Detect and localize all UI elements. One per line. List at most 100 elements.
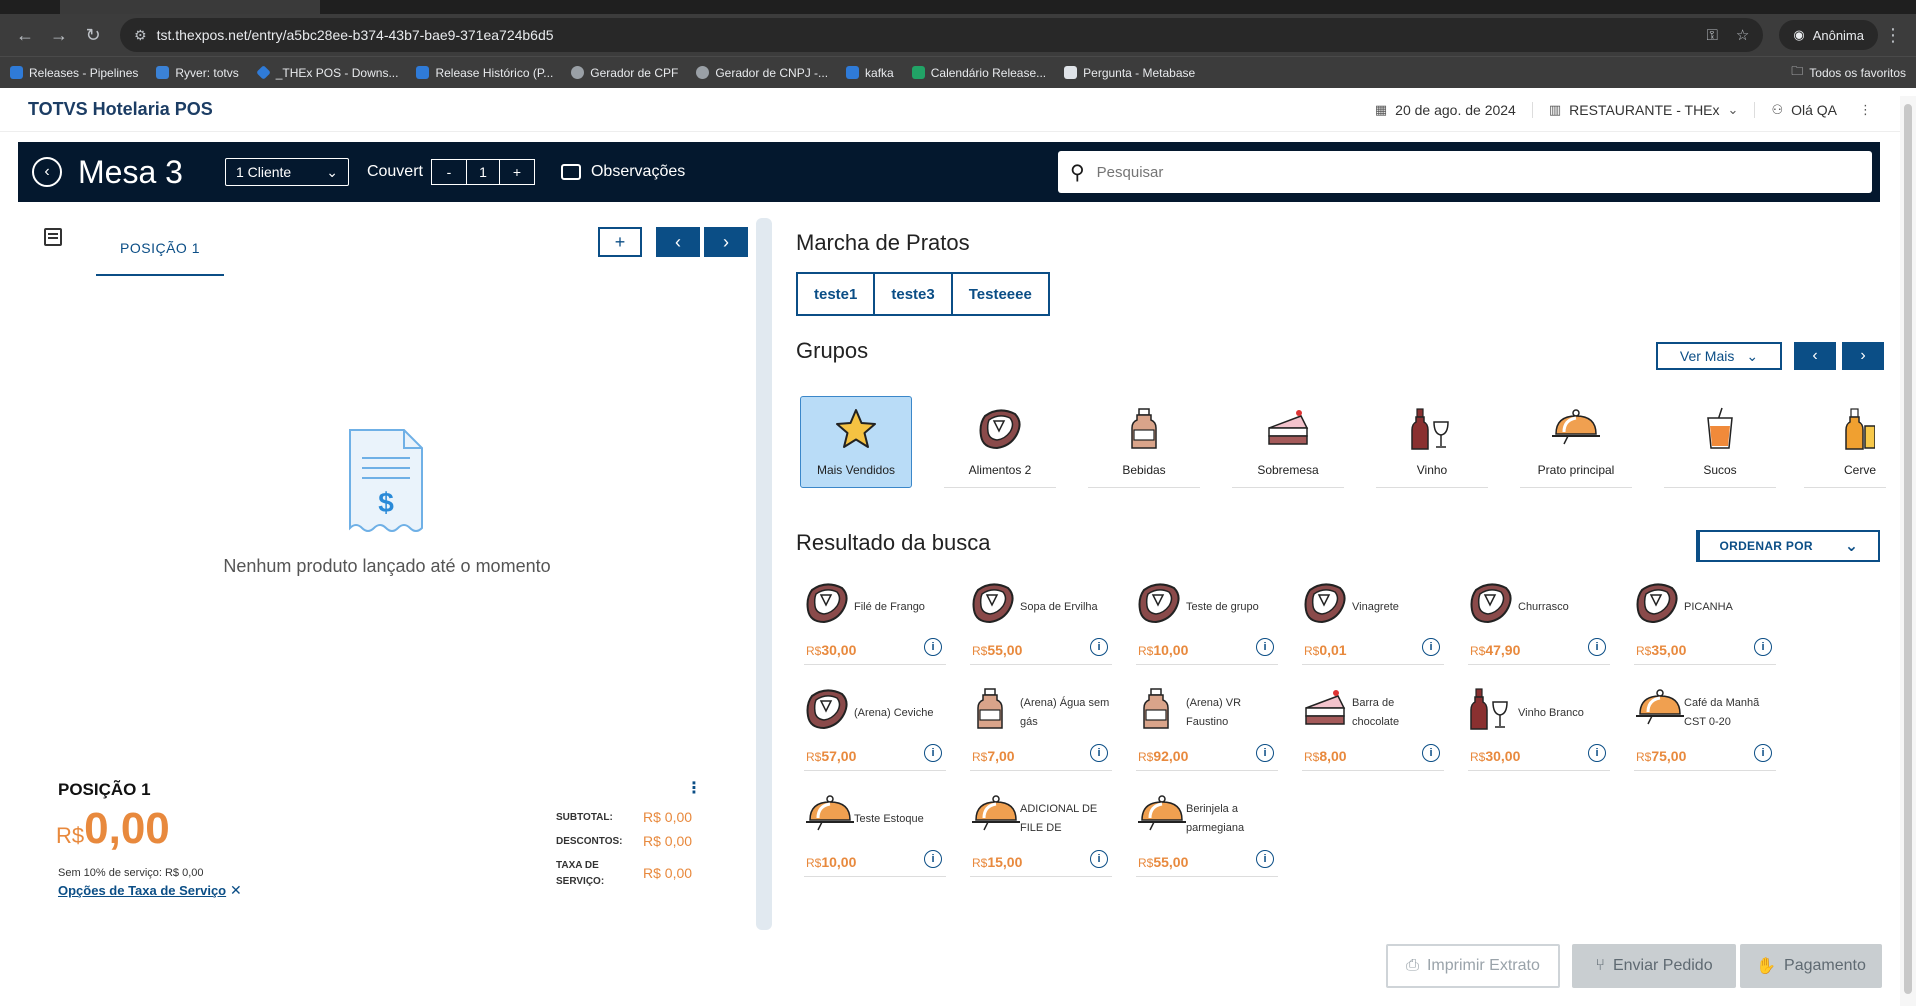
site-settings-icon[interactable]: ⚙ <box>134 27 147 44</box>
bookmark-item[interactable]: _THEx POS - Downs... <box>255 65 398 80</box>
info-icon[interactable]: i <box>1422 638 1440 656</box>
info-icon[interactable]: i <box>1090 638 1108 656</box>
more-vertical-icon[interactable]: ⋮ <box>686 778 702 798</box>
address-bar[interactable]: ⚙ tst.thexpos.net/entry/a5bc28ee-b374-43… <box>120 18 1764 52</box>
next-position-button[interactable]: › <box>704 227 748 257</box>
resultado-title: Resultado da busca <box>796 530 991 555</box>
info-icon[interactable]: i <box>1090 744 1108 762</box>
product-card[interactable]: Churrasco R$47,90 i <box>1460 580 1610 670</box>
back-arrow-icon[interactable]: ← <box>8 18 42 52</box>
bookmark-item[interactable]: Gerador de CPF <box>571 66 678 80</box>
bookmark-item[interactable]: Pergunta - Metabase <box>1064 66 1195 80</box>
tab-position-1[interactable]: POSIÇÃO 1 <box>96 228 224 276</box>
group-prato-principal[interactable]: Prato principal <box>1520 396 1632 488</box>
product-card[interactable]: Filé de Frango R$30,00 i <box>796 580 946 670</box>
steak-icon <box>970 580 1016 631</box>
info-icon[interactable]: i <box>1754 744 1772 762</box>
product-name: (Arena) VR Faustino <box>1186 697 1242 728</box>
product-card[interactable]: Teste de grupo R$10,00 i <box>1128 580 1278 670</box>
incognito-profile[interactable]: ◉ Anônima <box>1779 20 1878 50</box>
couvert-minus-button[interactable]: - <box>432 160 466 184</box>
panel-splitter[interactable] <box>756 218 772 930</box>
info-icon[interactable]: i <box>1422 744 1440 762</box>
forward-arrow-icon[interactable]: → <box>42 18 76 52</box>
bookmark-item[interactable]: Gerador de CNPJ -... <box>696 66 828 80</box>
browser-menu-icon[interactable]: ⋮ <box>1878 25 1908 46</box>
info-icon[interactable]: i <box>1256 744 1274 762</box>
info-icon[interactable]: i <box>924 638 942 656</box>
couvert-value[interactable]: 1 <box>465 160 500 184</box>
bookmark-item[interactable]: kafka <box>846 66 894 80</box>
info-icon[interactable]: i <box>924 850 942 868</box>
price-currency: R$ <box>1138 750 1154 764</box>
group-mais-vendidos[interactable]: Mais Vendidos <box>800 396 912 488</box>
store-selector[interactable]: ▥ RESTAURANTE - THEx ⌄ <box>1533 101 1756 118</box>
product-card[interactable]: ADICIONAL DE FILE DE R$15,00 i <box>962 792 1112 882</box>
groups-prev-button[interactable]: ‹ <box>1794 342 1836 370</box>
group-alimentos-2[interactable]: Alimentos 2 <box>944 396 1056 488</box>
client-select[interactable]: 1 Cliente ⌄ <box>224 158 349 186</box>
steak-icon <box>804 580 850 631</box>
descontos-value: R$ 0,00 <box>643 833 693 849</box>
bookmark-item[interactable]: Release Histórico (P... <box>416 66 553 80</box>
price-currency: R$ <box>1470 644 1486 658</box>
tab-marcha-testeeee[interactable]: Testeeee <box>953 274 1048 314</box>
product-card[interactable]: Vinho Branco R$30,00 i <box>1460 686 1610 776</box>
imprimir-extrato-button[interactable]: ⎙ Imprimir Extrato <box>1386 944 1560 988</box>
scrollbar-thumb[interactable] <box>1904 104 1912 994</box>
info-icon[interactable]: i <box>1754 638 1772 656</box>
calendar-icon: ▦ <box>1374 101 1388 117</box>
info-icon[interactable]: i <box>1588 638 1606 656</box>
group-sucos[interactable]: Sucos <box>1664 396 1776 488</box>
product-card[interactable]: Barra de chocolate R$8,00 i <box>1294 686 1444 776</box>
product-card[interactable]: Café da Manhã CST 0-20 R$75,00 i <box>1626 686 1776 776</box>
info-icon[interactable]: i <box>1256 638 1274 656</box>
star-bookmark-icon[interactable]: ☆ <box>1736 26 1749 44</box>
product-price: R$57,00 <box>806 748 856 764</box>
group-vinho[interactable]: Vinho <box>1376 396 1488 488</box>
ordenar-por-select[interactable]: ORDENAR POR ⌄ <box>1696 530 1880 562</box>
url-text[interactable]: tst.thexpos.net/entry/a5bc28ee-b374-43b7… <box>157 27 1689 43</box>
product-card[interactable]: (Arena) Ceviche R$57,00 i <box>796 686 946 776</box>
bookmark-item[interactable]: Calendário Release... <box>911 66 1046 80</box>
product-card[interactable]: PICANHA R$35,00 i <box>1626 580 1776 670</box>
tab-marcha-teste3[interactable]: teste3 <box>875 274 953 314</box>
product-card[interactable]: Berinjela a parmegiana R$55,00 i <box>1128 792 1278 882</box>
product-card[interactable]: Sopa de Ervilha R$55,00 i <box>962 580 1112 670</box>
observacoes-button[interactable]: Observações <box>560 163 685 181</box>
reload-icon[interactable]: ↻ <box>76 18 110 52</box>
taxa-servico-link[interactable]: Opções de Taxa de Serviço <box>58 883 226 898</box>
prev-position-button[interactable]: ‹ <box>656 227 700 257</box>
back-circle-icon[interactable]: ‹ <box>32 157 62 187</box>
price-amount: 10,00 <box>821 854 857 870</box>
bookmark-item[interactable]: Releases - Pipelines <box>10 66 138 80</box>
search-input[interactable] <box>1096 163 1860 181</box>
product-card[interactable]: (Arena) Água sem gás R$7,00 i <box>962 686 1112 776</box>
groups-next-button[interactable]: › <box>1842 342 1884 370</box>
info-icon[interactable]: i <box>924 744 942 762</box>
user-menu[interactable]: ⚇ Olá QA ⋮ <box>1755 102 1888 118</box>
product-card[interactable]: Vinagrete R$0,01 i <box>1294 580 1444 670</box>
all-bookmarks[interactable]: 🗀 Todos os favoritos <box>1791 62 1906 83</box>
couvert-plus-button[interactable]: + <box>500 160 534 184</box>
product-card[interactable]: (Arena) VR Faustino R$92,00 i <box>1128 686 1278 776</box>
group-sobremesa[interactable]: Sobremesa <box>1232 396 1344 488</box>
ver-mais-select[interactable]: Ver Mais ⌄ <box>1656 342 1782 370</box>
info-icon[interactable]: i <box>1090 850 1108 868</box>
info-icon[interactable]: i <box>1256 850 1274 868</box>
price-amount: 75,00 <box>1651 748 1687 764</box>
pagamento-button[interactable]: ✋ Pagamento <box>1740 944 1882 988</box>
close-icon[interactable]: ✕ <box>230 882 242 899</box>
bookmark-item[interactable]: Ryver: totvs <box>156 66 239 80</box>
more-vertical-icon[interactable]: ⋮ <box>1859 102 1872 118</box>
tab-marcha-teste1[interactable]: teste1 <box>798 274 876 314</box>
browser-tab[interactable] <box>60 0 320 14</box>
add-position-button[interactable]: + <box>598 227 642 257</box>
enviar-pedido-button[interactable]: ⑂ Enviar Pedido <box>1572 944 1736 988</box>
group-cerve[interactable]: Cerve <box>1804 396 1886 488</box>
group-bebidas[interactable]: Bebidas <box>1088 396 1200 488</box>
product-card[interactable]: Teste Estoque R$10,00 i <box>796 792 946 882</box>
info-icon[interactable]: i <box>1588 744 1606 762</box>
notes-icon[interactable] <box>44 228 62 246</box>
key-icon[interactable]: ⚿ <box>1706 27 1717 44</box>
